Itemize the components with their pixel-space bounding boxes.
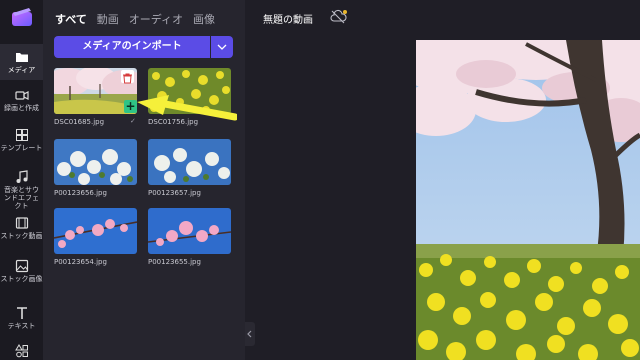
rail-item-label: テンプレート [0, 144, 43, 152]
tab-images[interactable]: 画像 [193, 11, 215, 27]
trash-icon [123, 73, 132, 84]
rail-item-label: メディア [7, 66, 36, 74]
app-logo-icon [12, 8, 32, 26]
rail-item-text[interactable]: テキスト [0, 306, 43, 330]
main-editor-area: 無題の動画 [255, 0, 640, 360]
rail-item-templates[interactable]: テンプレート [0, 128, 43, 152]
chevron-left-icon [247, 330, 252, 338]
left-nav-rail: メディア 録画と作成 テンプレート 音楽とサウンドエフェクト ストック動画 スト… [0, 0, 43, 360]
rail-item-graphics[interactable] [0, 344, 43, 360]
chevron-down-icon [217, 44, 227, 50]
folder-icon [15, 53, 28, 62]
media-tabs: すべて 動画 オーディオ 画像 [55, 11, 215, 27]
rail-item-media[interactable]: メディア [0, 44, 43, 80]
tab-audio[interactable]: オーディオ [129, 11, 183, 27]
media-thumbnail[interactable] [54, 208, 137, 254]
file-name: P00123655.jpg [148, 258, 201, 266]
tab-video[interactable]: 動画 [97, 11, 119, 27]
rail-item-label: ストック画像 [0, 275, 43, 283]
media-card[interactable]: P00123654.jpg [54, 208, 137, 266]
media-card[interactable]: P00123657.jpg [148, 139, 231, 197]
cloud-sync-off-icon[interactable] [329, 9, 349, 25]
media-card[interactable]: P00123655.jpg [148, 208, 231, 266]
white-blossom-image [148, 139, 231, 185]
text-icon [16, 307, 27, 319]
pink-blossom-image [148, 208, 231, 254]
file-name: P00123654.jpg [54, 258, 107, 266]
white-blossom-image [54, 139, 137, 185]
film-icon [15, 217, 28, 229]
image-icon [15, 259, 28, 273]
video-camera-icon [14, 91, 29, 100]
file-name: P00123657.jpg [148, 189, 201, 197]
rail-item-music-sfx[interactable]: 音楽とサウンドエフェクト [0, 170, 43, 210]
rail-item-label: 音楽とサウンドエフェクト [4, 186, 39, 210]
annotation-arrow [137, 95, 237, 121]
rail-item-record-create[interactable]: 録画と作成 [0, 88, 43, 112]
media-card[interactable]: + DSC01685.jpg ✓ [54, 68, 137, 126]
file-name: DSC01685.jpg [54, 118, 105, 126]
shapes-icon [14, 344, 28, 358]
rail-item-stock-images[interactable]: ストック画像 [0, 259, 43, 283]
rail-item-label: テキスト [7, 322, 36, 330]
tab-all[interactable]: すべて [55, 11, 87, 27]
media-thumbnail[interactable]: + [54, 68, 137, 114]
rail-item-label: ストック動画 [0, 232, 43, 240]
media-thumbnail[interactable] [54, 139, 137, 185]
collapse-panel-handle[interactable] [245, 322, 255, 346]
video-preview [416, 40, 640, 360]
file-name: P00123656.jpg [54, 189, 107, 197]
import-media-button[interactable]: メディアのインポート [54, 36, 210, 58]
media-thumbnail[interactable] [148, 139, 231, 185]
rail-item-stock-video[interactable]: ストック動画 [0, 216, 43, 240]
templates-icon [15, 129, 28, 141]
preview-image [416, 40, 640, 360]
delete-button[interactable] [121, 70, 134, 84]
media-panel: すべて 動画 オーディオ 画像 メディアのインポート + DSC01685.jp… [43, 0, 245, 360]
music-note-icon [16, 170, 28, 183]
rail-item-label: 録画と作成 [4, 104, 39, 112]
project-title[interactable]: 無題の動画 [263, 11, 313, 26]
import-dropdown-button[interactable] [211, 36, 233, 58]
pink-blossom-image [54, 208, 137, 254]
media-thumbnail[interactable] [148, 208, 231, 254]
media-card[interactable]: P00123656.jpg [54, 139, 137, 197]
